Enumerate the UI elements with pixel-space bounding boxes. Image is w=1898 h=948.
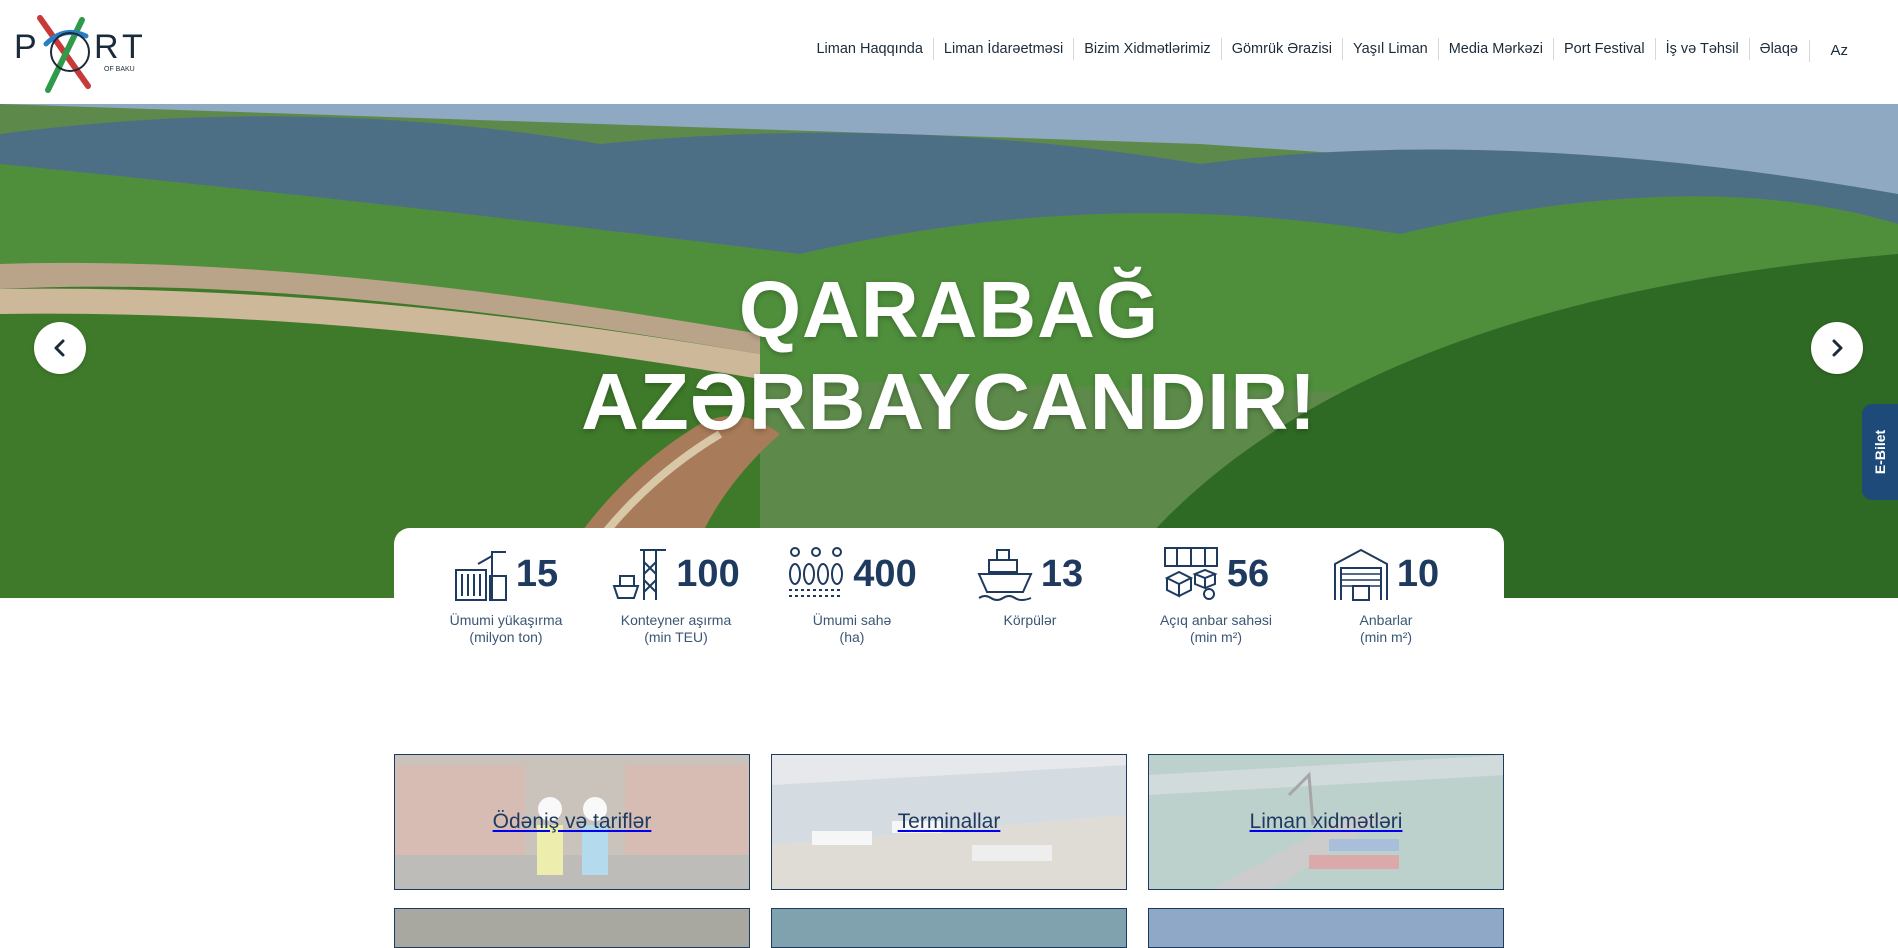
stat-item: 56 Açıq anbar sahəsi (min m²) [1136, 544, 1296, 646]
e-bilet-tab[interactable]: E-Bilet [1862, 404, 1898, 500]
stat-item: 100 Konteyner aşırma (min TEU) [596, 544, 756, 646]
stat-label: Ümumi yükaşırma (milyon ton) [449, 612, 563, 645]
stat-item: 13 Körpülər [950, 544, 1110, 629]
ship-icon [977, 549, 1033, 601]
stat-label: Körpülər [1003, 612, 1057, 628]
nav-liman-idareetmesi[interactable]: Liman İdarəetməsi [932, 38, 1073, 60]
stat-value: 13 [1040, 552, 1084, 595]
stat-label: Konteyner aşırma (min TEU) [620, 612, 732, 645]
tile-row2-1[interactable] [394, 908, 750, 948]
open-storage-icon [1163, 547, 1218, 600]
nav-liman-haqqinda[interactable]: Liman Haqqında [806, 38, 932, 60]
nav-bizim-xidmetlerimiz[interactable]: Bizim Xidmətlərimiz [1073, 38, 1221, 60]
tile-label: Liman xidmətləri [1249, 810, 1403, 833]
logo-letter-p: P [14, 28, 37, 66]
tile-label: Ödəniş və tariflər [492, 810, 652, 833]
nav-gomruk-erazisi[interactable]: Gömrük Ərazisi [1220, 38, 1342, 60]
nav-elaqe[interactable]: Əlaqə [1748, 38, 1808, 60]
stat-item: 10 Anbarlar (min m²) [1306, 544, 1466, 646]
hero-slider: QARABAĞ AZƏRBAYCANDIR! E-Bilet [0, 104, 1898, 598]
stat-item: 400 Ümumi sahə (ha) [772, 544, 932, 646]
area-tanks-icon [789, 547, 844, 597]
tile-odenis-ve-tarifler[interactable]: Ödəniş və tariflər [394, 754, 750, 890]
crane-container-icon [454, 551, 507, 601]
chevron-left-icon [54, 339, 65, 357]
container-crane-ship-icon [612, 549, 667, 600]
tile-terminallar[interactable]: Terminallar [771, 754, 1127, 890]
tile-liman-xidmetleri[interactable]: Liman xidmətləri [1148, 754, 1504, 890]
stat-value: 400 [853, 552, 917, 595]
slider-next-button[interactable] [1811, 322, 1863, 374]
stat-label: Anbarlar (min m²) [1359, 612, 1413, 645]
hero-title-line1: QARABAĞ [738, 265, 1160, 354]
tile-row2-3[interactable] [1148, 908, 1504, 948]
slider-prev-button[interactable] [34, 322, 86, 374]
main-nav: Liman Haqqında Liman İdarəetməsi Bizim X… [806, 38, 1808, 60]
nav-port-festival[interactable]: Port Festival [1553, 38, 1655, 60]
stat-value: 56 [1226, 552, 1270, 595]
warehouse-icon [1333, 548, 1388, 601]
stat-value: 100 [676, 552, 740, 595]
port-of-baku-logo[interactable]: P RT OF BAKU [14, 6, 154, 98]
logo-subtitle: OF BAKU [104, 66, 135, 73]
e-bilet-label: E-Bilet [1872, 429, 1888, 475]
stat-value: 15 [515, 552, 559, 595]
stat-label: Açıq anbar sahəsi (min m²) [1159, 612, 1273, 645]
tile-label: Terminallar [897, 810, 1001, 833]
stat-label: Ümumi sahə (ha) [812, 612, 892, 645]
tile-row2-2[interactable] [771, 908, 1127, 948]
hero-title-line2: AZƏRBAYCANDIR! [581, 357, 1317, 446]
stat-value: 10 [1396, 552, 1440, 595]
language-selector[interactable]: Az [1809, 40, 1848, 62]
stat-item: 15 Ümumi yükaşırma (milyon ton) [426, 544, 586, 646]
nav-yasil-liman[interactable]: Yaşıl Liman [1342, 38, 1438, 60]
logo-letters-rt: RT [94, 28, 147, 66]
chevron-right-icon [1832, 339, 1843, 357]
nav-media-merkezi[interactable]: Media Mərkəzi [1437, 38, 1553, 60]
hero-title: QARABAĞ AZƏRBAYCANDIR! [0, 264, 1898, 448]
site-header: P RT OF BAKU Liman Haqqında Liman İdarəe… [0, 0, 1898, 104]
stats-panel: 15 Ümumi yükaşırma (milyon ton) 100 Konte… [394, 528, 1504, 668]
nav-is-ve-tehsil[interactable]: İş və Təhsil [1654, 38, 1749, 60]
